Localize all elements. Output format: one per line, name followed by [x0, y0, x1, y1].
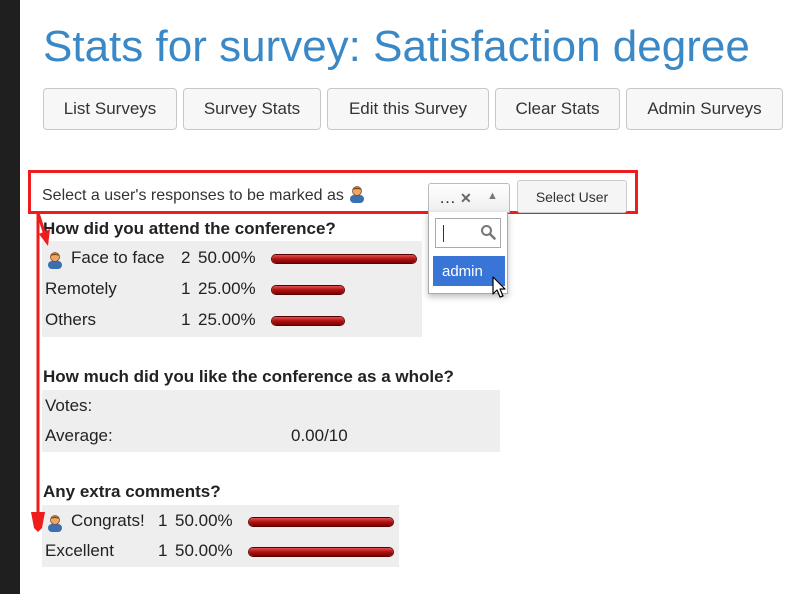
- answer-label: Congrats!: [71, 511, 145, 530]
- answer-bar: [272, 286, 344, 294]
- table-row: Excellent 1 50.00%: [42, 536, 399, 566]
- page-title: Stats for survey: Satisfaction degree: [43, 22, 750, 71]
- search-icon: [481, 225, 496, 240]
- user-select-combo[interactable]: … ✕ ▲: [428, 183, 510, 213]
- answer-percent: 50.00%: [198, 248, 256, 267]
- user-select-text: Select a user's responses to be marked a…: [42, 187, 344, 204]
- table-row: Remotely 1 25.00%: [42, 274, 422, 304]
- question-table: Face to face 2 50.00% Remotely 1 25.00% …: [42, 241, 422, 337]
- votes-label: Votes:: [45, 396, 93, 415]
- list-surveys-button[interactable]: List Surveys: [43, 88, 177, 130]
- answer-label: Remotely: [45, 279, 117, 298]
- answer-bar: [272, 317, 344, 325]
- table-row: Others 1 25.00%: [42, 305, 422, 335]
- answer-label: Excellent: [45, 541, 114, 560]
- edit-survey-button[interactable]: Edit this Survey: [327, 88, 489, 130]
- admin-surveys-button[interactable]: Admin Surveys: [626, 88, 783, 130]
- combo-value: …: [439, 188, 456, 207]
- question-title: How did you attend the conference?: [43, 219, 336, 238]
- answer-percent: 25.00%: [198, 279, 256, 298]
- answer-count: 2: [181, 248, 191, 267]
- answer-percent: 50.00%: [175, 541, 233, 560]
- question-table: Votes: Average: 0.00/10: [42, 390, 500, 452]
- answer-bar: [272, 255, 416, 263]
- question-title: How much did you like the conference as …: [43, 367, 454, 386]
- average-value: 0.00/10: [291, 426, 348, 445]
- answer-percent: 25.00%: [198, 310, 256, 329]
- answer-percent: 50.00%: [175, 511, 233, 530]
- answer-bar: [249, 548, 393, 556]
- table-row: Votes:: [42, 391, 500, 421]
- answer-count: 1: [181, 310, 191, 329]
- user-icon: [350, 186, 365, 203]
- dropdown-search-input[interactable]: [435, 218, 501, 248]
- answer-label: Face to face: [71, 248, 165, 267]
- page: Stats for survey: Satisfaction degree Li…: [20, 0, 799, 594]
- table-row: Average: 0.00/10: [42, 421, 500, 451]
- answer-bar: [249, 518, 393, 526]
- triangle-up-icon[interactable]: ▲: [487, 190, 498, 202]
- select-user-button[interactable]: Select User: [517, 180, 627, 213]
- text-caret: [443, 225, 444, 242]
- clear-stats-button[interactable]: Clear Stats: [495, 88, 620, 130]
- marked-user-icon: [48, 515, 62, 532]
- answer-label: Others: [45, 310, 97, 329]
- average-label: Average:: [45, 426, 113, 445]
- answer-count: 1: [158, 511, 168, 530]
- table-row: Face to face 2 50.00%: [42, 243, 422, 273]
- user-select-label: Select a user's responses to be marked a…: [42, 185, 366, 205]
- clear-selection-icon[interactable]: ✕: [460, 190, 472, 207]
- mouse-cursor-icon: [492, 276, 506, 298]
- survey-stats-button[interactable]: Survey Stats: [183, 88, 321, 130]
- question-title: Any extra comments?: [43, 482, 221, 501]
- answer-count: 1: [181, 279, 191, 298]
- question-table: Congrats! 1 50.00% Excellent 1 50.00%: [42, 505, 399, 567]
- table-row: Congrats! 1 50.00%: [42, 506, 399, 536]
- marked-user-icon: [48, 252, 62, 269]
- answer-count: 1: [158, 541, 168, 560]
